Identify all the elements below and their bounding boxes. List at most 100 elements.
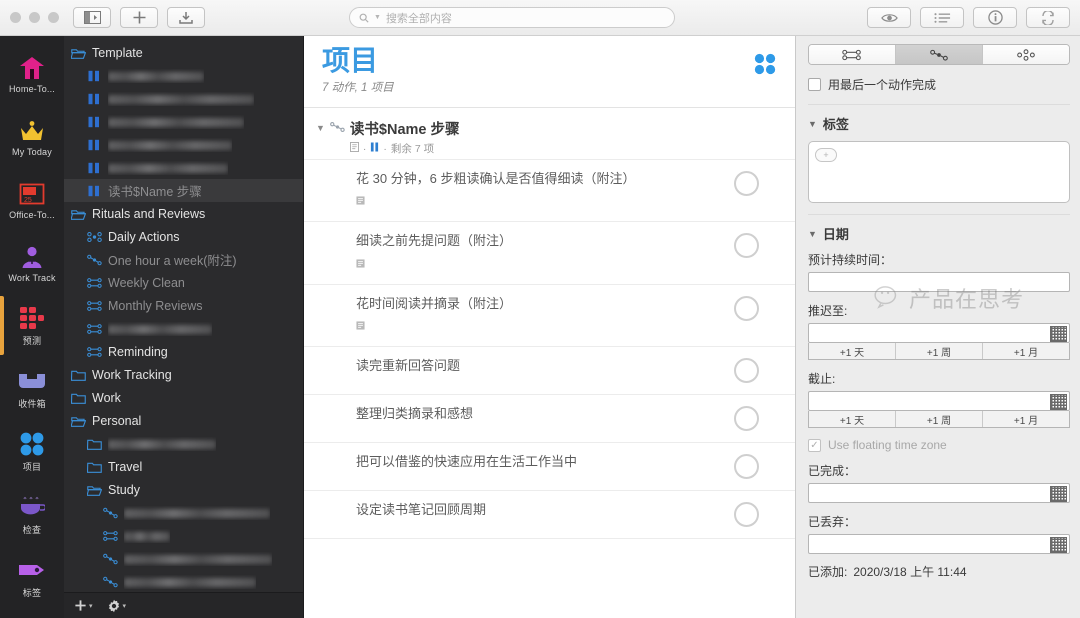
- sidebar-row[interactable]: [64, 133, 303, 156]
- floating-time-zone-row[interactable]: ✓ Use floating time zone: [808, 438, 1070, 452]
- task-row[interactable]: 读完重新回答问题: [304, 347, 795, 395]
- due-plus-1-day[interactable]: +1 天: [809, 411, 896, 427]
- segment-sequential[interactable]: [896, 45, 983, 64]
- complete-with-last-action-checkbox[interactable]: [808, 78, 821, 91]
- sidebar-row[interactable]: Template: [64, 41, 303, 64]
- due-plus-1-month[interactable]: +1 月: [983, 411, 1069, 427]
- project-group-header[interactable]: ▼ 读书$Name 步骤 · · 剩余 7 项: [304, 108, 795, 159]
- sidebar-row[interactable]: Personal: [64, 409, 303, 432]
- sidebar-row[interactable]: Work: [64, 386, 303, 409]
- defer-plus-1-week[interactable]: +1 周: [896, 343, 983, 359]
- task-row[interactable]: 整理归类摘录和感想: [304, 395, 795, 443]
- sidebar-row[interactable]: [64, 64, 303, 87]
- view-options-button[interactable]: [867, 7, 911, 28]
- task-status-circle[interactable]: [734, 171, 759, 196]
- note-icon[interactable]: [356, 317, 722, 335]
- task-status-circle[interactable]: [734, 453, 759, 479]
- segment-single-actions[interactable]: [983, 45, 1069, 64]
- due-date-input[interactable]: [808, 391, 1070, 411]
- project-sidebar-list[interactable]: Template 读书$Name 步骤 Rituals and Reviews Dai…: [64, 36, 303, 592]
- dropped-date-input[interactable]: [808, 534, 1070, 554]
- sidebar-row[interactable]: [64, 547, 303, 570]
- task-status-circle[interactable]: [734, 501, 759, 527]
- rail-item-projects[interactable]: 项目: [0, 420, 64, 483]
- task-status-circle[interactable]: [734, 233, 759, 259]
- sidebar-row[interactable]: [64, 432, 303, 455]
- floating-time-zone-checkbox[interactable]: ✓: [808, 438, 821, 452]
- rail-item-home-to[interactable]: Home-To...: [0, 42, 64, 105]
- task-status-circle[interactable]: [734, 357, 759, 383]
- sidebar-row[interactable]: Weekly Clean: [64, 271, 303, 294]
- sidebar-row[interactable]: One hour a week(附注): [64, 248, 303, 271]
- note-icon[interactable]: [356, 255, 722, 273]
- rail-item-office-to[interactable]: 25 Office-To...: [0, 168, 64, 231]
- close-button[interactable]: [10, 12, 21, 23]
- rail-item-forecast[interactable]: 预测: [0, 294, 64, 357]
- task-status-circle[interactable]: [734, 405, 759, 431]
- inspector-toggle-button[interactable]: [973, 7, 1017, 28]
- project-single-icon: [102, 576, 118, 588]
- sidebar-row[interactable]: [64, 524, 303, 547]
- sidebar-row[interactable]: Travel: [64, 455, 303, 478]
- disclosure-triangle-icon[interactable]: ▼: [808, 119, 817, 129]
- sidebar-row[interactable]: [64, 501, 303, 524]
- due-stepper[interactable]: +1 天 +1 周 +1 月: [808, 411, 1070, 428]
- sync-button[interactable]: [1026, 7, 1070, 28]
- search-input[interactable]: ▼ 搜索全部内容: [349, 7, 675, 28]
- minimize-button[interactable]: [29, 12, 40, 23]
- completed-date-input[interactable]: [808, 483, 1070, 503]
- defer-plus-1-day[interactable]: +1 天: [809, 343, 896, 359]
- due-plus-1-week[interactable]: +1 周: [896, 411, 983, 427]
- sidebar-toggle-button[interactable]: [73, 7, 111, 28]
- sidebar-row[interactable]: [64, 570, 303, 592]
- sidebar-row[interactable]: [64, 110, 303, 133]
- sidebar-row[interactable]: [64, 87, 303, 110]
- segment-parallel[interactable]: [809, 45, 896, 64]
- sidebar-row-label: Travel: [108, 459, 143, 474]
- rail-item-my-today[interactable]: My Today: [0, 105, 64, 168]
- task-row[interactable]: 细读之前先提问题（附注）: [304, 222, 795, 285]
- search-scope-chevron-icon[interactable]: ▼: [374, 14, 381, 21]
- task-row[interactable]: 花 30 分钟，6 步粗读确认是否值得细读（附注）: [304, 159, 795, 223]
- task-status-circle[interactable]: [734, 295, 759, 321]
- sidebar-row[interactable]: Monthly Reviews: [64, 294, 303, 317]
- task-row[interactable]: 花时间阅读并摘录（附注）: [304, 285, 795, 347]
- tags-section-header[interactable]: ▼ 标签: [808, 114, 1070, 133]
- complete-with-last-action-row[interactable]: 用最后一个动作完成: [808, 76, 1070, 93]
- estimated-duration-input[interactable]: [808, 272, 1070, 292]
- disclosure-triangle-icon[interactable]: ▼: [808, 229, 817, 239]
- project-type-segmented-control[interactable]: [808, 44, 1070, 65]
- inbox-capture-button[interactable]: [167, 7, 205, 28]
- tags-field[interactable]: +: [808, 141, 1070, 203]
- chevron-down-icon: ▾: [89, 602, 93, 610]
- rail-item-review[interactable]: 检查: [0, 483, 64, 546]
- sidebar-row[interactable]: Reminding: [64, 340, 303, 363]
- divider: [808, 214, 1070, 215]
- add-tag-button[interactable]: +: [815, 148, 837, 162]
- settings-button[interactable]: ▾: [107, 599, 126, 613]
- sidebar-row[interactable]: Study: [64, 478, 303, 501]
- task-row[interactable]: 设定读书笔记回顾周期: [304, 491, 795, 539]
- sidebar-row[interactable]: [64, 317, 303, 340]
- sidebar-row-label: Work Tracking: [92, 367, 172, 382]
- sidebar-row[interactable]: Daily Actions: [64, 225, 303, 248]
- defer-date-input[interactable]: [808, 323, 1070, 343]
- new-item-button[interactable]: [120, 7, 158, 28]
- list-layout-button[interactable]: [920, 7, 964, 28]
- dates-section-header[interactable]: ▼ 日期: [808, 224, 1070, 243]
- folder-icon: [70, 369, 86, 381]
- rail-item-work-track[interactable]: Work Track: [0, 231, 64, 294]
- sidebar-row[interactable]: [64, 156, 303, 179]
- add-button[interactable]: ▾: [74, 599, 93, 612]
- rail-item-inbox[interactable]: 收件箱: [0, 357, 64, 420]
- sidebar-row[interactable]: Rituals and Reviews: [64, 202, 303, 225]
- zoom-button[interactable]: [48, 12, 59, 23]
- sidebar-row[interactable]: Work Tracking: [64, 363, 303, 386]
- disclosure-triangle-icon[interactable]: ▼: [316, 123, 325, 133]
- task-row[interactable]: 把可以借鉴的快速应用在生活工作当中: [304, 443, 795, 491]
- defer-stepper[interactable]: +1 天 +1 周 +1 月: [808, 343, 1070, 360]
- note-icon[interactable]: [356, 192, 722, 210]
- rail-item-tags[interactable]: 标签: [0, 546, 64, 609]
- defer-plus-1-month[interactable]: +1 月: [983, 343, 1069, 359]
- sidebar-row[interactable]: 读书$Name 步骤: [64, 179, 303, 202]
